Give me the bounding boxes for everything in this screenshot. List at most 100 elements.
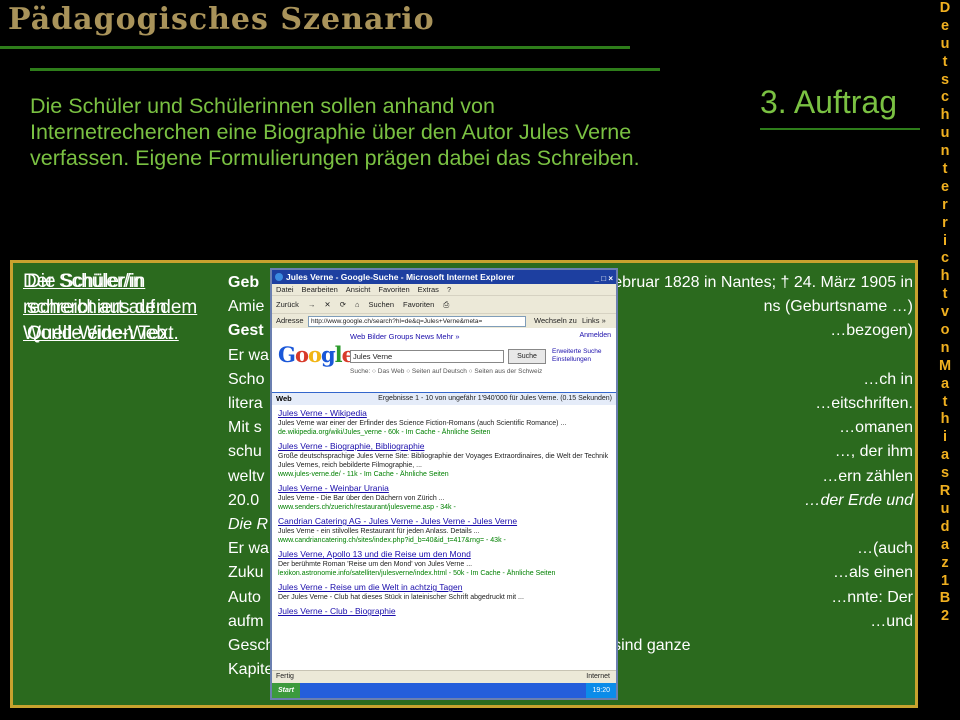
- credit-letter: 2: [940, 608, 950, 625]
- google-search-button[interactable]: Suche: [508, 349, 546, 364]
- menu-item[interactable]: ?: [447, 285, 451, 294]
- search-result: Jules Verne - Club - Biographie: [278, 606, 610, 617]
- menu-item[interactable]: Extras: [418, 285, 439, 294]
- search-result: Jules Verne - Biographie, Bibliographie G…: [278, 441, 610, 479]
- content-panel: Der Schüler/in recherchiert auf dem Worl…: [10, 260, 918, 708]
- search-results: Jules Verne - Wikipedia Jules Verne war e…: [272, 405, 616, 617]
- google-logo: Google: [278, 342, 355, 367]
- result-url: www.candriancatering.ch/sites/index.php?…: [278, 537, 506, 544]
- status-zone: Internet: [586, 673, 610, 680]
- search-result: Candrian Catering AG - Jules Verne - Jul…: [278, 516, 610, 545]
- toolbar-button[interactable]: Zurück: [276, 300, 299, 309]
- credit-letter: c: [940, 89, 950, 106]
- result-title-link[interactable]: Jules Verne - Club - Biographie: [278, 606, 610, 617]
- credit-letter: e: [940, 17, 950, 34]
- results-bar: Web Ergebnisse 1 - 10 von ungefähr 1'940…: [272, 392, 616, 405]
- taskbar-clock: 19:20: [586, 683, 616, 698]
- search-result: Jules Verne - Wikipedia Jules Verne war e…: [278, 408, 610, 437]
- result-snippet: Jules Verne - Die Bar über den Dächern v…: [278, 495, 445, 502]
- logo-letter: G: [278, 342, 296, 367]
- result-snippet: Jules Verne - ein stilvolles Restaurant …: [278, 528, 480, 535]
- heading-underline: [760, 128, 920, 130]
- result-title-link[interactable]: Candrian Catering AG - Jules Verne - Jul…: [278, 516, 610, 527]
- menu-item[interactable]: Bearbeiten: [302, 285, 338, 294]
- google-search-input[interactable]: Jules Verne: [350, 350, 504, 363]
- credit-letter: D: [939, 0, 951, 16]
- biography-line-end: …, der ihm: [834, 443, 913, 461]
- panel-label-writing: Die Schüler/in schreibt aus den Quelle e…: [27, 271, 179, 344]
- links-button[interactable]: Links »: [582, 314, 606, 328]
- menu-item[interactable]: Favoriten: [378, 285, 409, 294]
- menu-item[interactable]: Datei: [276, 285, 294, 294]
- biography-line-start: Zuku: [228, 564, 264, 582]
- credit-letter: a: [940, 447, 950, 464]
- browser-status-bar: Fertig Internet: [272, 670, 616, 683]
- go-button[interactable]: Wechseln zu: [534, 314, 577, 328]
- biography-line-start: weltv: [228, 467, 265, 485]
- result-snippet: Große deutschsprachige Jules Verne Site:…: [278, 453, 609, 469]
- credit-letter: R: [939, 483, 951, 500]
- result-snippet: Der berühmte Roman 'Reise um den Mond' v…: [278, 561, 473, 568]
- result-title-link[interactable]: Jules Verne - Weinbar Urania: [278, 483, 610, 494]
- result-title-link[interactable]: Jules Verne - Wikipedia: [278, 408, 610, 419]
- toolbar-button[interactable]: ⎙: [443, 300, 449, 309]
- author-credit-vertical: DeutschunterrichtvonMathiasRudaz1B2: [932, 0, 958, 626]
- title-underline: [0, 46, 630, 49]
- google-search-options[interactable]: Suche: ○ Das Web ○ Seiten auf Deutsch ○ …: [350, 368, 542, 375]
- biography-line-start: Er wa: [228, 540, 269, 558]
- results-stats: Ergebnisse 1 - 10 von ungefähr 1'940'000…: [378, 395, 612, 402]
- credit-letter: B: [939, 590, 951, 607]
- biography-line-end: …omanen: [839, 419, 913, 437]
- biography-line-start: Die R: [228, 516, 269, 534]
- address-field[interactable]: http://www.google.ch/search?hl=de&q=Jule…: [308, 316, 526, 327]
- logo-letter: o: [307, 342, 322, 367]
- biography-line-start: litera: [228, 395, 263, 413]
- taskbar: Start 19:20: [272, 683, 616, 698]
- title-underline-offset: [30, 68, 660, 71]
- preferences-link[interactable]: Einstellungen: [552, 356, 602, 364]
- toolbar-button[interactable]: →: [308, 300, 316, 309]
- credit-letter: h: [940, 411, 950, 428]
- biography-line-start: Amie: [228, 298, 265, 316]
- biography-line-end: …(auch: [856, 540, 913, 558]
- credit-letter: r: [942, 196, 948, 213]
- credit-letter: z: [941, 554, 949, 571]
- biography-line-start: Scho: [228, 370, 265, 388]
- menu-item[interactable]: Ansicht: [346, 285, 371, 294]
- toolbar-button[interactable]: Suchen: [369, 300, 394, 309]
- credit-letter: s: [940, 465, 950, 482]
- google-tabs[interactable]: Web Bilder Groups News Mehr »: [350, 332, 460, 341]
- biography-line-start: Mit s: [228, 419, 262, 437]
- search-result: Jules Verne, Apollo 13 und die Reise um …: [278, 549, 610, 578]
- credit-letter: s: [940, 71, 950, 88]
- biography-line-end: …ch in: [863, 370, 913, 388]
- browser-title-bar: Jules Verne - Google-Suche - Microsoft I…: [272, 270, 616, 284]
- credit-letter: o: [940, 322, 950, 339]
- credit-letter: u: [940, 35, 950, 52]
- biography-line-start: schu: [228, 443, 262, 461]
- toolbar-button[interactable]: ⌂: [355, 300, 360, 309]
- toolbar-button[interactable]: ⟳: [340, 300, 346, 309]
- section-heading: 3. Auftrag: [760, 84, 897, 120]
- toolbar-button[interactable]: Favoriten: [403, 300, 434, 309]
- credit-letter: r: [942, 214, 948, 231]
- credit-letter: a: [940, 375, 950, 392]
- google-login-link[interactable]: Anmelden: [579, 332, 611, 339]
- google-advanced-links[interactable]: Erweiterte Suche Einstellungen: [552, 348, 602, 364]
- credit-letter: c: [940, 250, 950, 267]
- result-title-link[interactable]: Jules Verne, Apollo 13 und die Reise um …: [278, 549, 610, 560]
- result-title-link[interactable]: Jules Verne - Biographie, Bibliographie: [278, 441, 610, 452]
- biography-line-end: …der Erde und: [804, 491, 913, 509]
- credit-letter: u: [940, 500, 950, 517]
- toolbar-button[interactable]: ✕: [324, 300, 330, 309]
- advanced-search-link[interactable]: Erweiterte Suche: [552, 348, 602, 356]
- status-text: Fertig: [276, 673, 294, 680]
- window-buttons[interactable]: _ □ ×: [595, 272, 613, 286]
- biography-line-end: …und: [870, 612, 913, 630]
- ie-icon: [275, 273, 283, 281]
- start-button[interactable]: Start: [272, 683, 300, 698]
- result-title-link[interactable]: Jules Verne - Reise um die Welt in achtz…: [278, 582, 610, 593]
- results-bar-label: Web: [276, 394, 292, 403]
- biography-line-start: Auto: [228, 588, 261, 606]
- credit-letter: t: [942, 53, 948, 70]
